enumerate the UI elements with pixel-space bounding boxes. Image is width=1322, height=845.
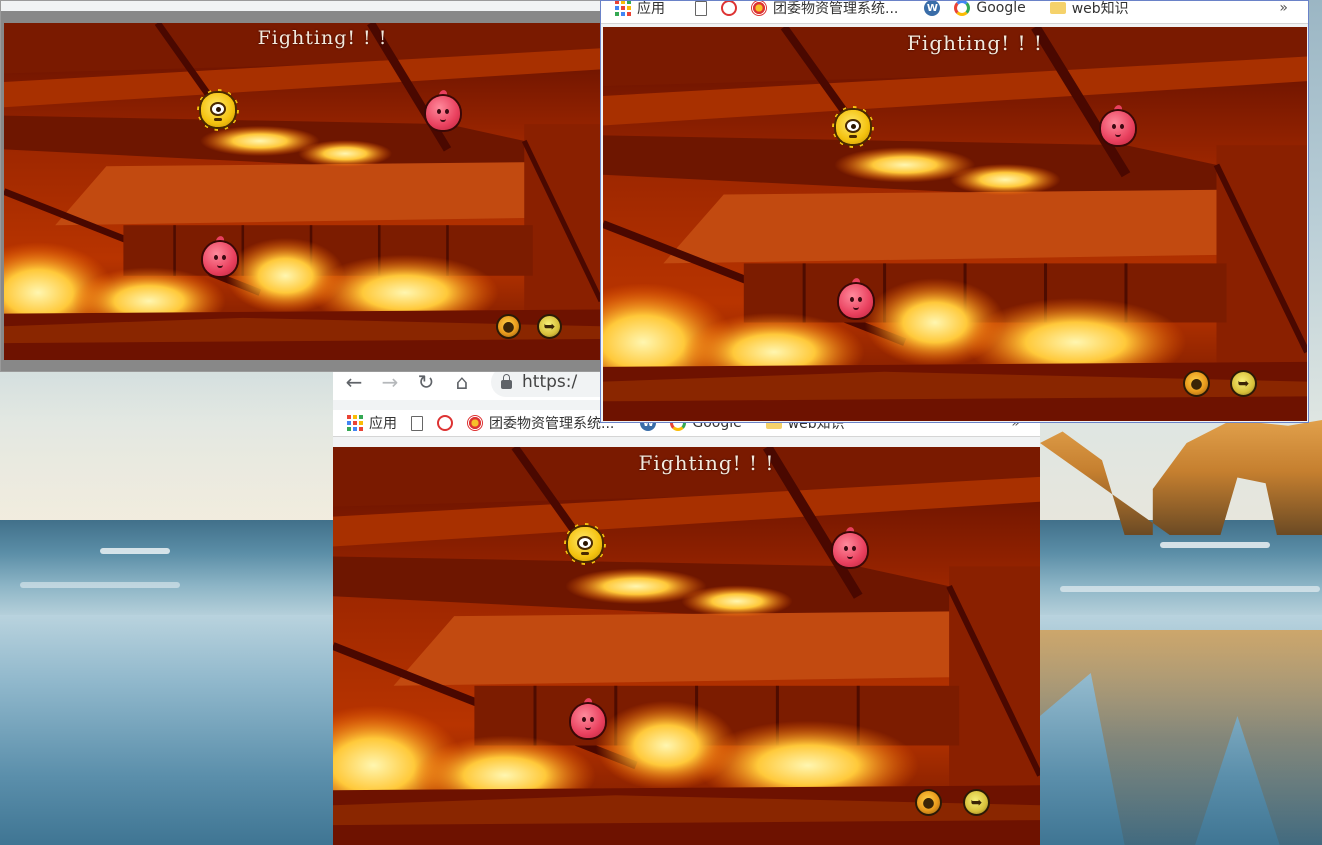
browser-window-right[interactable]: 应用 团委物资管理系统... W Google web知识 » Fighting…	[600, 0, 1309, 423]
lock-icon	[501, 373, 512, 389]
bookmark-label: 应用	[369, 416, 397, 432]
bookmark-emblem[interactable]	[721, 1, 737, 16]
google-icon	[954, 1, 971, 16]
pink-monster[interactable]	[203, 242, 237, 276]
bookmark-management-system[interactable]: 团委物资管理系统...	[751, 1, 899, 18]
bookmark-wordpress[interactable]: W	[924, 1, 941, 16]
bookmarks-overflow-icon[interactable]: »	[1279, 1, 1288, 16]
bookmark-google[interactable]: Google	[954, 0, 1026, 16]
site-favicon-icon	[467, 415, 483, 431]
burning-room-background	[603, 27, 1307, 421]
browser-window-bottom[interactable]: ← → ↻ ⌂ https:/ 应用 团委物资管理系统... W Google	[333, 364, 1040, 845]
red-emblem-icon	[437, 415, 453, 431]
fire-orb-icon[interactable]: ●	[1183, 370, 1210, 397]
run-away-icon[interactable]: ➥	[963, 789, 990, 816]
bookmark-label: 团委物资管理系统...	[773, 1, 899, 17]
battle-banner: Fighting! ! !	[257, 27, 388, 49]
pink-monster[interactable]	[571, 704, 605, 738]
bookmark-apps[interactable]: 应用	[615, 1, 665, 18]
game-canvas[interactable]: Fighting! ! ! ● ➥	[4, 23, 601, 360]
run-away-icon[interactable]: ➥	[1230, 370, 1257, 397]
battle-banner: Fighting! ! !	[907, 31, 1043, 55]
bookmark-label: Google	[976, 0, 1026, 16]
pink-monster[interactable]	[426, 96, 460, 130]
address-text: https:/	[522, 372, 578, 392]
bookmark-page[interactable]	[695, 1, 707, 16]
pink-monster[interactable]	[839, 284, 873, 318]
browser-toolbar	[1, 1, 603, 11]
browser-window-left[interactable]: Fighting! ! ! ● ➥	[0, 0, 604, 372]
fire-orb-icon[interactable]: ●	[496, 314, 521, 339]
run-away-icon[interactable]: ➥	[537, 314, 562, 339]
bookmark-label: web知识	[1071, 1, 1129, 17]
yellow-monster[interactable]	[564, 523, 606, 565]
folder-icon	[1049, 2, 1066, 14]
wallpaper-haze	[0, 380, 340, 530]
yellow-monster[interactable]	[832, 106, 874, 148]
bookmarks-bar: 应用 团委物资管理系统... W Google web知识 »	[601, 0, 1308, 24]
bookmark-emblem[interactable]	[437, 415, 453, 431]
battle-banner: Fighting! ! !	[638, 451, 775, 475]
burning-room-background	[4, 23, 601, 360]
bookmark-label: 应用	[637, 1, 665, 17]
page-icon	[411, 415, 423, 431]
page-icon	[695, 1, 707, 16]
apps-grid-icon	[615, 1, 631, 16]
bookmark-label: 团委物资管理系统...	[489, 416, 615, 432]
burning-room-background	[333, 447, 1040, 845]
bookmark-management-system[interactable]: 团委物资管理系统...	[467, 413, 614, 433]
apps-grid-icon	[347, 415, 363, 431]
red-emblem-icon	[721, 1, 737, 16]
bookmark-page[interactable]	[411, 415, 423, 431]
game-canvas[interactable]: Fighting! ! ! ● ➥	[333, 447, 1040, 845]
pink-monster[interactable]	[1101, 111, 1135, 145]
game-canvas[interactable]: Fighting! ! ! ● ➥	[603, 27, 1307, 421]
yellow-monster[interactable]	[197, 89, 239, 131]
pink-monster[interactable]	[833, 533, 867, 567]
bookmark-web-folder[interactable]: web知识	[1049, 1, 1129, 18]
wordpress-icon: W	[924, 1, 941, 16]
site-favicon-icon	[751, 1, 767, 16]
bookmark-apps[interactable]: 应用	[347, 413, 397, 433]
fire-orb-icon[interactable]: ●	[915, 789, 942, 816]
